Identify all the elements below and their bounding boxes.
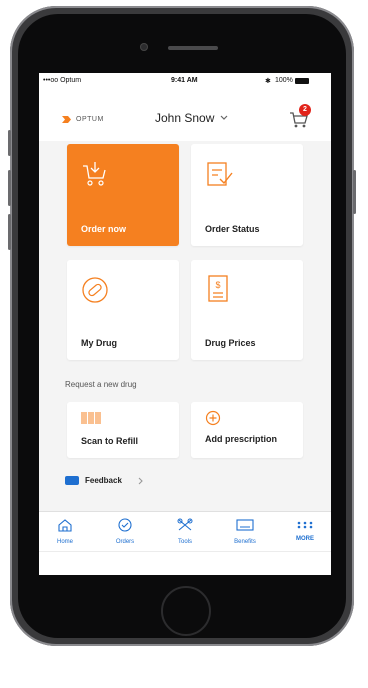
tab-home[interactable]: Home xyxy=(41,518,89,545)
order-now-tile[interactable]: Order now xyxy=(67,144,179,246)
drug-prices-label: Drug Prices xyxy=(205,338,256,348)
logo-text: OPTUM xyxy=(76,116,104,123)
feedback-icon xyxy=(65,476,79,485)
user-selector[interactable]: John Snow xyxy=(155,111,228,125)
cart-badge: 2 xyxy=(299,104,311,116)
scan-to-refill-label: Scan to Refill xyxy=(81,436,139,446)
bluetooth-icon: ✱ xyxy=(265,78,271,85)
app-header: OPTUM John Snow 2 xyxy=(39,89,331,141)
card-icon xyxy=(236,519,254,531)
section-title: Request a new drug xyxy=(65,380,137,389)
home-button[interactable] xyxy=(161,586,211,636)
tab-more[interactable]: MORE xyxy=(281,516,329,542)
order-now-label: Order now xyxy=(81,224,127,234)
user-name: John Snow xyxy=(155,111,215,125)
battery-percent: 100% xyxy=(275,77,293,84)
optum-logo-icon xyxy=(62,116,71,123)
add-prescription-label: Add prescription xyxy=(205,434,278,444)
earpiece-speaker xyxy=(168,46,218,50)
app-screen: •••oo Optum 9:41 AM ✱ 100% OPTUM John Sn… xyxy=(39,73,331,575)
tab-orders[interactable]: Orders xyxy=(101,518,149,545)
cart-download-icon xyxy=(83,162,106,186)
tab-tools-label: Tools xyxy=(177,539,192,545)
plus-circle-icon xyxy=(205,410,221,426)
feedback-label: Feedback xyxy=(85,476,122,485)
order-status-icon xyxy=(207,162,233,186)
svg-text:$: $ xyxy=(215,280,220,290)
more-icon xyxy=(297,521,313,529)
phone-volume-up xyxy=(8,170,11,206)
my-drug-tile[interactable]: My Drug xyxy=(67,260,179,360)
carrier-label: •••oo Optum xyxy=(43,77,82,84)
home-icon xyxy=(58,519,72,532)
price-document-icon: $ xyxy=(208,275,228,302)
tools-icon xyxy=(177,518,193,531)
phone-side-button xyxy=(8,130,11,156)
phone-power-button xyxy=(353,170,356,214)
optum-logo: OPTUM xyxy=(61,115,104,124)
pill-icon xyxy=(82,277,108,303)
scan-to-refill-tile[interactable]: Scan to Refill xyxy=(67,402,179,458)
my-drug-label: My Drug xyxy=(81,338,117,348)
feedback-link[interactable]: Feedback xyxy=(65,476,144,485)
add-prescription-tile[interactable]: Add prescription xyxy=(191,402,303,458)
tab-tools[interactable]: Tools xyxy=(161,518,209,545)
chevron-right-icon xyxy=(138,477,143,484)
tab-home-label: Home xyxy=(56,539,73,545)
battery-icon xyxy=(295,78,309,84)
tab-benefits[interactable]: Benefits xyxy=(221,518,269,545)
chevron-down-icon xyxy=(220,115,228,120)
status-time: 9:41 AM xyxy=(171,77,198,84)
tab-bar: Home Orders Tools Benefits MORE xyxy=(39,511,331,552)
drug-prices-tile[interactable]: $ Drug Prices xyxy=(191,260,303,360)
tab-orders-label: Orders xyxy=(115,539,135,545)
front-camera xyxy=(140,43,148,51)
barcode-icon xyxy=(81,412,101,424)
status-bar: •••oo Optum 9:41 AM ✱ 100% xyxy=(39,73,331,89)
order-status-tile[interactable]: Order Status xyxy=(191,144,303,246)
phone-volume-down xyxy=(8,214,11,250)
order-status-label: Order Status xyxy=(205,224,260,234)
bottom-strip xyxy=(39,551,331,575)
tab-more-label: MORE xyxy=(296,536,314,542)
tab-benefits-label: Benefits xyxy=(234,539,256,545)
check-circle-icon xyxy=(118,518,132,532)
